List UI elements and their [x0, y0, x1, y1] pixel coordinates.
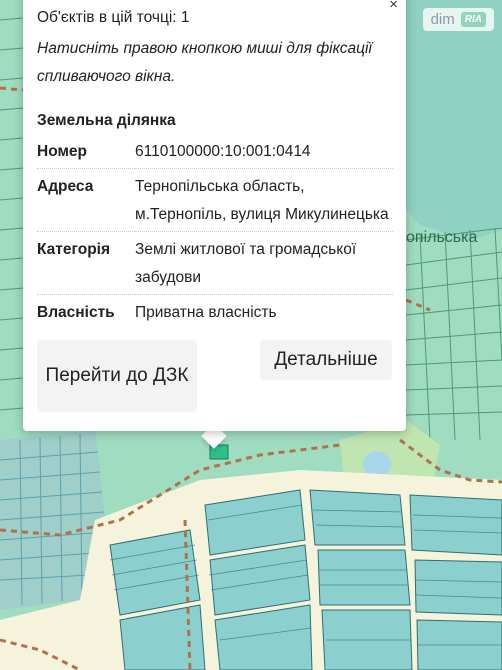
street-label: опільська [406, 229, 477, 246]
logo-ria-text: RIA [460, 12, 486, 27]
row-key: Категорія [37, 231, 135, 295]
go-to-dzk-label: Перейти до ДЗК [45, 365, 189, 386]
logo-dim-text: dim [430, 11, 455, 28]
close-icon[interactable]: × [389, 0, 398, 13]
objects-count: Об'єктів в цій точці: 1 [37, 9, 190, 26]
details-button[interactable]: Детальніше [260, 340, 392, 380]
dim-ria-logo: dim RIA [422, 8, 494, 31]
row-value: Тернопільська область, м.Тернопіль, вули… [135, 168, 393, 232]
row-value: Приватна власність [135, 304, 277, 321]
section-title: Земельна ділянка [37, 112, 176, 129]
row-value: Землі житлової та громадської забудови [135, 231, 393, 295]
row-key: Номер [37, 134, 135, 169]
row-key: Власність [37, 304, 115, 321]
popup-hint: Натисніть правою кнопкою миші для фіксац… [37, 40, 372, 85]
parcel-info-table: Номер 6110100000:10:001:0414 Адреса Терн… [37, 134, 393, 329]
table-row: Категорія Землі житлової та громадської … [37, 231, 393, 295]
details-label: Детальніше [274, 349, 378, 370]
parcel-info-popup: × Об'єктів в цій точці: 1 Натисніть прав… [23, 0, 406, 431]
table-row: Адреса Тернопільська область, м.Тернопіл… [37, 168, 393, 232]
table-row: Власність Приватна власність [37, 295, 393, 330]
table-row: Номер 6110100000:10:001:0414 [37, 134, 393, 169]
go-to-dzk-button[interactable]: Перейти до ДЗК [37, 340, 197, 412]
row-value: 6110100000:10:001:0414 [135, 134, 393, 169]
row-key: Адреса [37, 168, 135, 232]
